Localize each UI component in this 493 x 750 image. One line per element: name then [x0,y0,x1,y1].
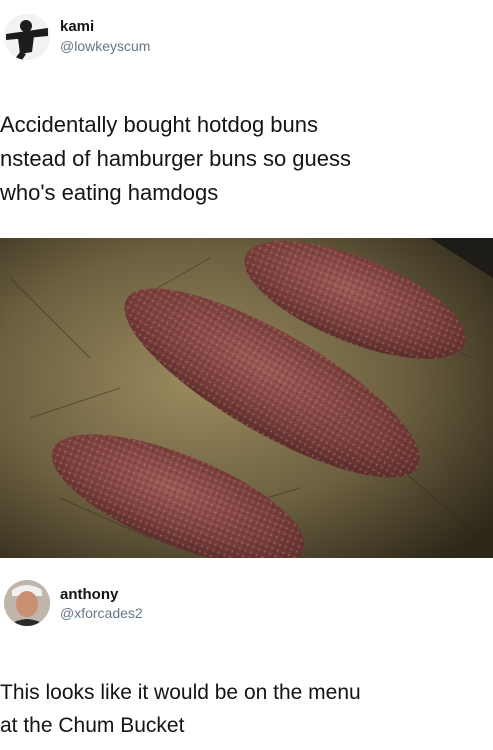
author-handle[interactable]: @lowkeyscum [60,38,150,54]
reply-author-name[interactable]: anthony [60,586,118,603]
reply-header: anthony @xforcades2 [0,576,493,646]
reply-author-handle[interactable]: @xforcades2 [60,605,143,621]
reply-avatar[interactable] [4,580,50,626]
hamdogs-image [0,238,493,558]
avatar[interactable] [4,14,50,60]
tweet-text: Accidentally bought hotdog buns nstead o… [0,112,352,205]
author-name[interactable]: kami [60,18,94,35]
reply-text: This looks like it would be on the menu … [0,681,361,737]
tweet-header: kami @lowkeyscum [0,0,493,70]
tweet-photo[interactable] [0,238,493,558]
avatar-image [4,14,50,60]
reply-avatar-image [4,580,50,626]
